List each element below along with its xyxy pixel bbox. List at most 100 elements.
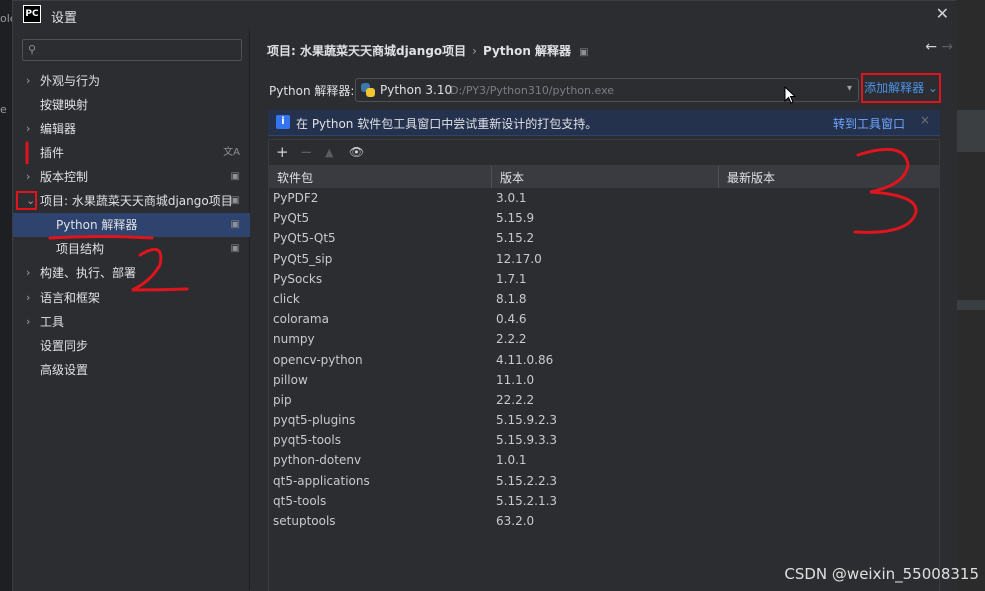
package-name: colorama [273, 312, 329, 327]
packaging-banner: i 在 Python 软件包工具窗口中尝试重新设计的打包支持。 转到工具窗口 × [268, 110, 940, 136]
settings-sidebar: ⚲ › 外观与行为 按键映射 › 编辑器 插件 文A › 版本控制 ▣ ⌄ 项目… [13, 29, 250, 591]
package-name: python-dotenv [273, 453, 362, 468]
sidebar-item-settings-sync[interactable]: 设置同步 [13, 334, 250, 358]
sidebar-item-plugins[interactable]: 插件 文A [13, 141, 250, 165]
column-header-package[interactable]: 软件包 [277, 169, 313, 186]
package-name: pyqt5-plugins [273, 413, 356, 428]
sidebar-item-keymap[interactable]: 按键映射 [13, 93, 250, 117]
table-body: PyPDF2 3.0.1 PyQt5 5.15.9 PyQt5-Qt5 5.15.2 PyQ… [269, 188, 939, 531]
upgrade-icon[interactable]: ▲ [325, 146, 333, 159]
package-name: numpy [273, 332, 315, 347]
dialog-title: 设置 [51, 11, 78, 26]
sidebar-item-label: 外观与行为 [40, 74, 101, 88]
chevron-right-icon: › [26, 266, 31, 279]
sidebar-item-label: 版本控制 [40, 170, 89, 184]
table-row[interactable]: click 8.1.8 [269, 289, 939, 309]
back-arrow-icon[interactable]: ← [925, 39, 937, 55]
table-row[interactable]: python-dotenv 1.0.1 [269, 450, 939, 470]
sidebar-item-python-interpreter[interactable]: Python 解释器 ▣ [13, 213, 250, 237]
table-header: 软件包 版本 最新版本 [269, 166, 939, 188]
sidebar-item-vcs[interactable]: › 版本控制 ▣ [13, 165, 250, 189]
package-version: 11.1.0 [496, 372, 535, 387]
table-row[interactable]: pillow 11.1.0 [269, 370, 939, 390]
table-row[interactable]: pip 22.2.2 [269, 390, 939, 410]
banner-text: 在 Python 软件包工具窗口中尝试重新设计的打包支持。 [296, 117, 598, 131]
project-scope-icon: ▣ [230, 195, 240, 206]
table-row[interactable]: qt5-applications 5.15.2.2.3 [269, 471, 939, 491]
package-version: 1.7.1 [496, 271, 527, 286]
python-icon [361, 83, 375, 97]
search-input[interactable] [45, 42, 235, 58]
package-version: 1.0.1 [496, 453, 527, 468]
package-version: 3.0.1 [496, 191, 527, 205]
table-row[interactable]: pyqt5-tools 5.15.9.3.3 [269, 430, 939, 450]
table-row[interactable]: PyQt5 5.15.9 [269, 208, 939, 228]
sidebar-item-label: 高级设置 [40, 363, 89, 377]
table-row[interactable]: numpy 2.2.2 [269, 329, 939, 349]
package-version: 5.15.2.2.3 [496, 473, 558, 488]
table-row[interactable]: PyQt5-Qt5 5.15.2 [269, 228, 939, 248]
table-row[interactable]: PySocks 1.7.1 [269, 269, 939, 289]
package-version: 5.15.9.2.3 [496, 413, 558, 428]
package-name: opencv-python [273, 352, 363, 367]
column-header-latest[interactable]: 最新版本 [727, 169, 775, 186]
search-icon: ⚲ [28, 43, 37, 56]
sidebar-item-project[interactable]: ⌄ 项目: 水果蔬菜天天商城django项目 ▣ [13, 189, 250, 213]
table-row[interactable]: PyPDF2 3.0.1 [269, 188, 939, 208]
chevron-right-icon: › [26, 74, 31, 87]
package-name: pyqt5-tools [273, 433, 341, 448]
sidebar-item-label: 插件 [40, 146, 65, 160]
package-version: 63.2.0 [496, 514, 535, 528]
breadcrumb: 项目: 水果蔬菜天天商城django项目 › Python 解释器 ▣ [267, 42, 589, 59]
translate-icon: 文A [223, 147, 240, 158]
project-scope-icon: ▣ [230, 243, 240, 254]
sidebar-item-editor[interactable]: › 编辑器 [13, 117, 250, 141]
sidebar-item-label: 构建、执行、部署 [40, 266, 137, 280]
go-to-tool-window-link[interactable]: 转到工具窗口 [833, 115, 905, 132]
background-panel [955, 300, 985, 310]
pycharm-logo-icon: PC [23, 5, 41, 23]
sidebar-item-languages[interactable]: › 语言和框架 [13, 286, 250, 310]
package-name: pip [273, 392, 292, 407]
eye-icon[interactable]: 👁 [349, 145, 364, 159]
package-name: qt5-applications [273, 473, 370, 488]
close-icon[interactable]: × [920, 113, 930, 127]
package-version: 0.4.6 [496, 312, 527, 327]
dropdown-caret-icon: ▾ [846, 83, 852, 94]
column-header-version[interactable]: 版本 [500, 169, 524, 186]
package-name: click [273, 291, 300, 306]
settings-search[interactable]: ⚲ [22, 39, 242, 61]
sidebar-item-project-structure[interactable]: 项目结构 ▣ [13, 237, 250, 261]
add-icon[interactable]: + [276, 143, 289, 161]
table-row[interactable]: colorama 0.4.6 [269, 309, 939, 329]
background-ide-strip [955, 0, 985, 591]
interpreter-name: Python 3.10 [380, 83, 453, 97]
sidebar-item-label: 设置同步 [40, 339, 89, 353]
package-version: 4.11.0.86 [496, 352, 554, 367]
sidebar-item-tools[interactable]: › 工具 [13, 310, 250, 334]
chevron-right-icon: › [26, 122, 31, 135]
background-text: e [0, 103, 7, 116]
close-icon[interactable]: ✕ [936, 4, 949, 23]
add-interpreter-button[interactable]: 添加解释器 ⌄ [861, 73, 941, 103]
breadcrumb-project[interactable]: 项目: 水果蔬菜天天商城django项目 [267, 44, 466, 58]
package-name: PyQt5_sip [273, 251, 333, 266]
package-name: qt5-tools [273, 493, 327, 508]
sidebar-item-build[interactable]: › 构建、执行、部署 [13, 261, 250, 285]
sidebar-item-label: 编辑器 [40, 122, 77, 136]
project-scope-icon: ▣ [579, 47, 589, 58]
table-row[interactable]: opencv-python 4.11.0.86 [269, 350, 939, 370]
project-scope-icon: ▣ [230, 171, 240, 182]
table-row[interactable]: qt5-tools 5.15.2.1.3 [269, 491, 939, 511]
table-row[interactable]: pyqt5-plugins 5.15.9.2.3 [269, 410, 939, 430]
sidebar-item-advanced[interactable]: 高级设置 [13, 358, 250, 382]
breadcrumb-page: Python 解释器 [482, 44, 572, 58]
table-row[interactable]: PyQt5_sip 12.17.0 [269, 249, 939, 269]
sidebar-item-label: 项目: 水果蔬菜天天商城django项目 [40, 194, 233, 208]
remove-icon[interactable]: − [300, 143, 313, 161]
dialog-titlebar: PC 设置 ✕ [13, 1, 957, 29]
forward-arrow-icon[interactable]: → [941, 39, 953, 55]
package-version: 2.2.2 [496, 332, 527, 347]
sidebar-item-appearance[interactable]: › 外观与行为 [13, 69, 250, 93]
table-row[interactable]: setuptools 63.2.0 [269, 511, 939, 531]
